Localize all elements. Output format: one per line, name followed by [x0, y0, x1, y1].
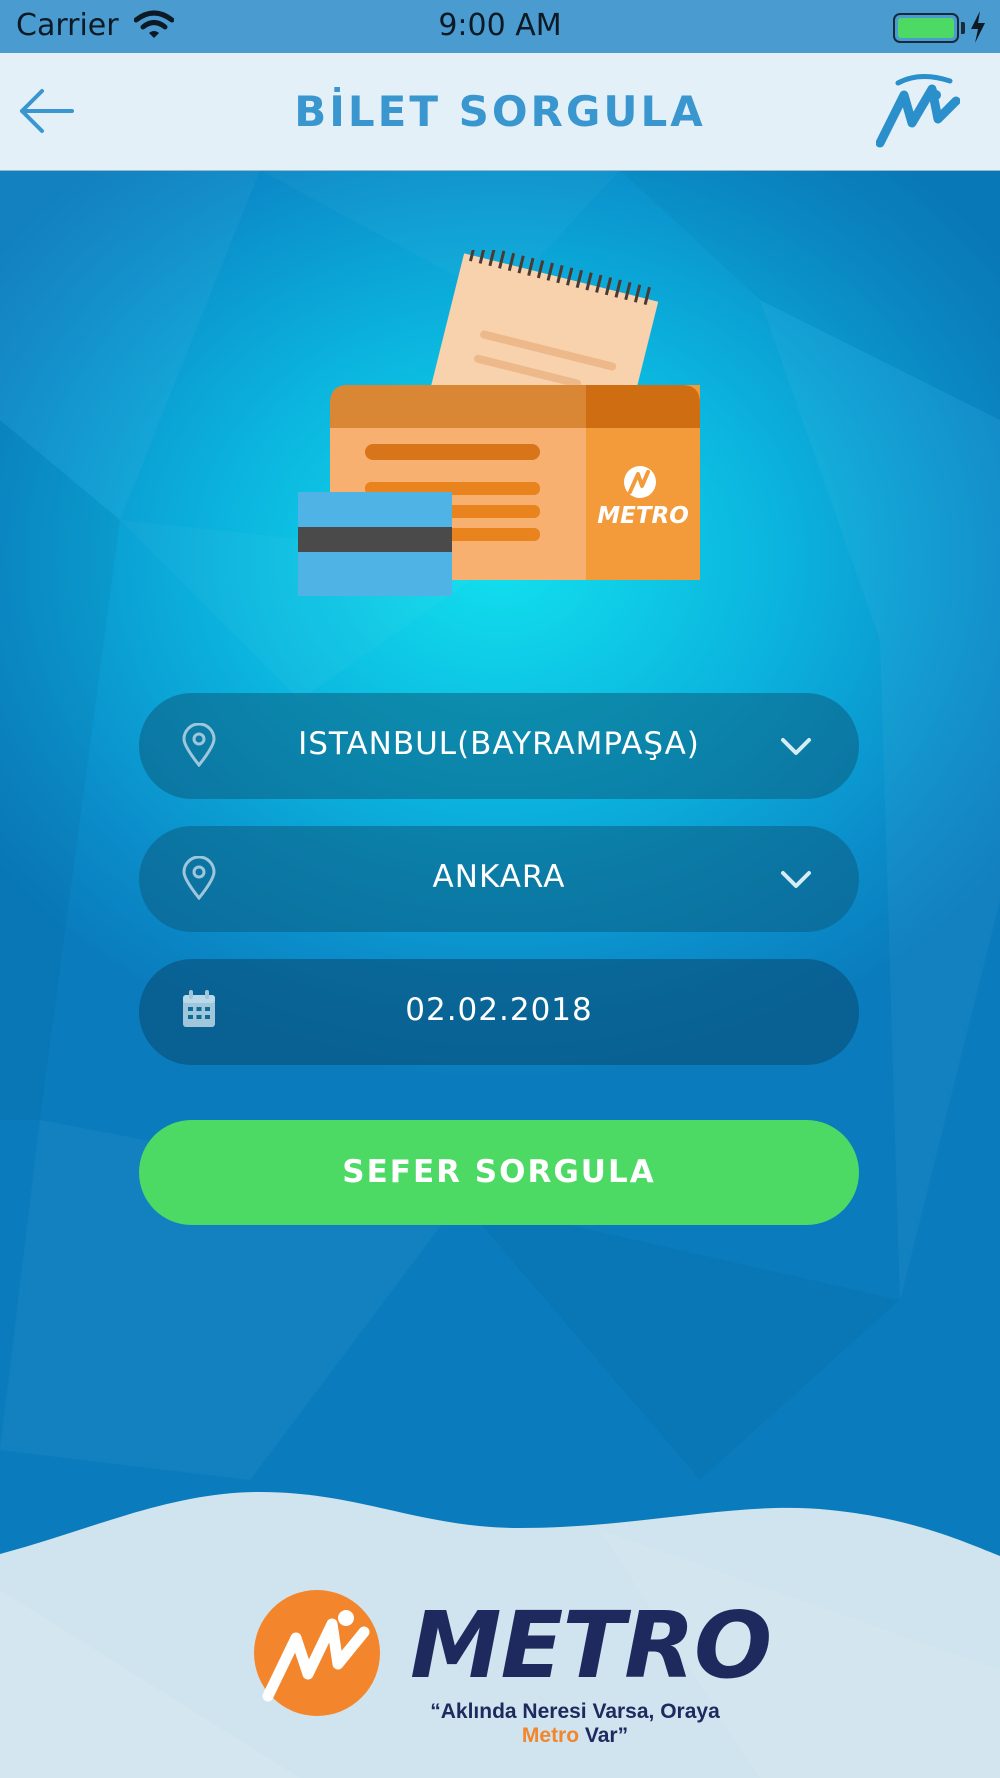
date-picker[interactable]: 02.02.2018 [139, 959, 859, 1065]
metro-footer-logo-icon [254, 1590, 380, 1716]
battery-tip [961, 22, 965, 34]
metro-logo-icon [876, 74, 960, 148]
arrival-select[interactable]: ANKARA [139, 826, 859, 932]
arrival-value: ANKARA [432, 859, 566, 895]
chevron-down-icon [781, 871, 811, 888]
ticket-and-card-illustration: METRO [298, 250, 700, 596]
page-title: BİLET SORGULA [294, 87, 706, 136]
brand-wordmark: METRO [410, 1592, 772, 1699]
slogan-accent: Metro [521, 1724, 580, 1747]
clock: 9:00 AM [438, 8, 562, 43]
brand-slogan: “Aklında Neresi Varsa, Oraya Metro Var” [410, 1700, 740, 1748]
date-value: 02.02.2018 [405, 992, 593, 1028]
status-bar: Carrier 9:00 AM [0, 0, 1000, 53]
slogan-suffix: Var” [579, 1724, 629, 1747]
chevron-down-icon [781, 738, 811, 755]
departure-value: ISTANBUL(BAYRAMPAŞA) [298, 726, 700, 762]
navigation-bar: BİLET SORGULA [0, 53, 1000, 171]
charging-bolt-icon [971, 11, 985, 43]
search-trips-button[interactable]: SEFER SORGULA [139, 1120, 859, 1225]
departure-select[interactable]: ISTANBUL(BAYRAMPAŞA) [139, 693, 859, 799]
ticket-brand-label: METRO [597, 503, 689, 529]
slogan-prefix: “Aklında Neresi Varsa, Oraya [430, 1700, 720, 1723]
battery-icon [893, 13, 959, 43]
